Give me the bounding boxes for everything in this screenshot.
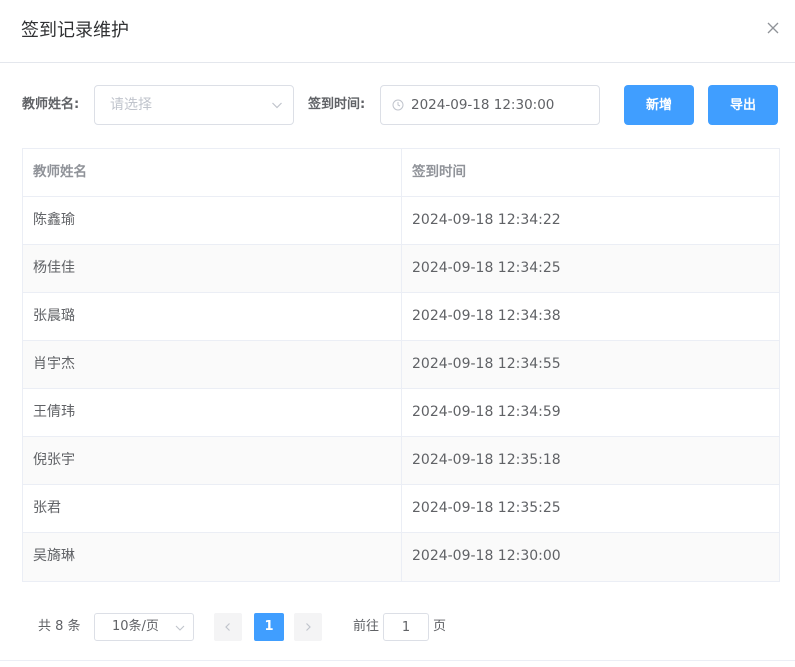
clock-icon [392,99,404,111]
sign-in-time-label: 签到时间: [308,97,366,112]
sign-in-time-cell: 2024-09-18 12:34:59 [412,404,561,420]
teacher-name-cell: 肖宇杰 [23,341,402,388]
sign-in-time-cell: 2024-09-18 12:35:25 [412,500,561,516]
prev-page-button[interactable] [214,613,242,641]
goto-page-input[interactable] [383,613,429,641]
teacher-name-cell: 杨佳佳 [23,245,402,292]
teacher-name-cell: 王倩玮 [23,389,402,436]
table-row[interactable]: 倪张宇 2024-09-18 12:35:18 [23,437,779,485]
next-page-button[interactable] [294,613,322,641]
teacher-name-cell: 张晨璐 [23,293,402,340]
sign-in-record-dialog: 签到记录维护 教师姓名: 请选择 签到时间: 新增 导出 教师姓名 [0,0,795,667]
table-row[interactable]: 张君 2024-09-18 12:35:25 [23,485,779,533]
table-row[interactable]: 杨佳佳 2024-09-18 12:34:25 [23,245,779,293]
teacher-name-label: 教师姓名: [22,97,80,112]
sign-in-time-input[interactable] [411,87,591,123]
export-button[interactable]: 导出 [708,85,778,125]
sign-in-record-table: 教师姓名 签到时间 陈鑫瑜 2024-09-18 12:34:22 杨佳佳 20… [22,148,780,582]
table-row[interactable]: 陈鑫瑜 2024-09-18 12:34:22 [23,197,779,245]
column-header-sign-in-time: 签到时间 [412,164,466,180]
page-size-value: 10条/页 [112,619,159,634]
total-count: 共 8 条 [38,619,81,634]
sign-in-time-cell: 2024-09-18 12:34:38 [412,308,561,324]
page-number-1[interactable]: 1 [254,613,284,641]
teacher-name-cell: 张君 [23,485,402,532]
table-row[interactable]: 张晨璐 2024-09-18 12:34:38 [23,293,779,341]
teacher-select-placeholder: 请选择 [110,97,152,113]
dialog-header: 签到记录维护 [0,0,795,63]
table-header: 教师姓名 签到时间 [23,149,779,197]
filter-bar: 教师姓名: 请选择 签到时间: 新增 导出 [0,63,795,143]
page-unit-label: 页 [433,619,447,634]
footer-divider [0,660,795,661]
teacher-name-cell: 倪张宇 [23,437,402,484]
teacher-name-select[interactable]: 请选择 [94,85,294,125]
dialog-title: 签到记录维护 [21,20,129,41]
goto-label: 前往 [353,619,380,634]
chevron-right-icon [306,623,311,631]
table-row[interactable]: 吴旖琳 2024-09-18 12:30:00 [23,533,779,581]
close-button[interactable] [765,20,781,36]
page-size-select[interactable]: 10条/页 [94,613,194,641]
sign-in-time-cell: 2024-09-18 12:30:00 [412,548,561,564]
chevron-down-icon [175,625,185,631]
sign-in-time-cell: 2024-09-18 12:34:55 [412,356,561,372]
sign-in-time-cell: 2024-09-18 12:35:18 [412,452,561,468]
pagination: 共 8 条 10条/页 1 前往 页 [0,612,795,642]
sign-in-time-cell: 2024-09-18 12:34:22 [412,212,561,228]
sign-in-time-cell: 2024-09-18 12:34:25 [412,260,561,276]
table-row[interactable]: 王倩玮 2024-09-18 12:34:59 [23,389,779,437]
close-icon [767,22,779,34]
add-button[interactable]: 新增 [624,85,694,125]
column-header-teacher-name: 教师姓名 [23,149,402,196]
chevron-left-icon [225,623,230,631]
teacher-name-cell: 吴旖琳 [23,533,402,581]
table-row[interactable]: 肖宇杰 2024-09-18 12:34:55 [23,341,779,389]
chevron-down-icon [272,102,282,109]
sign-in-time-picker[interactable] [380,85,600,125]
teacher-name-cell: 陈鑫瑜 [23,197,402,244]
